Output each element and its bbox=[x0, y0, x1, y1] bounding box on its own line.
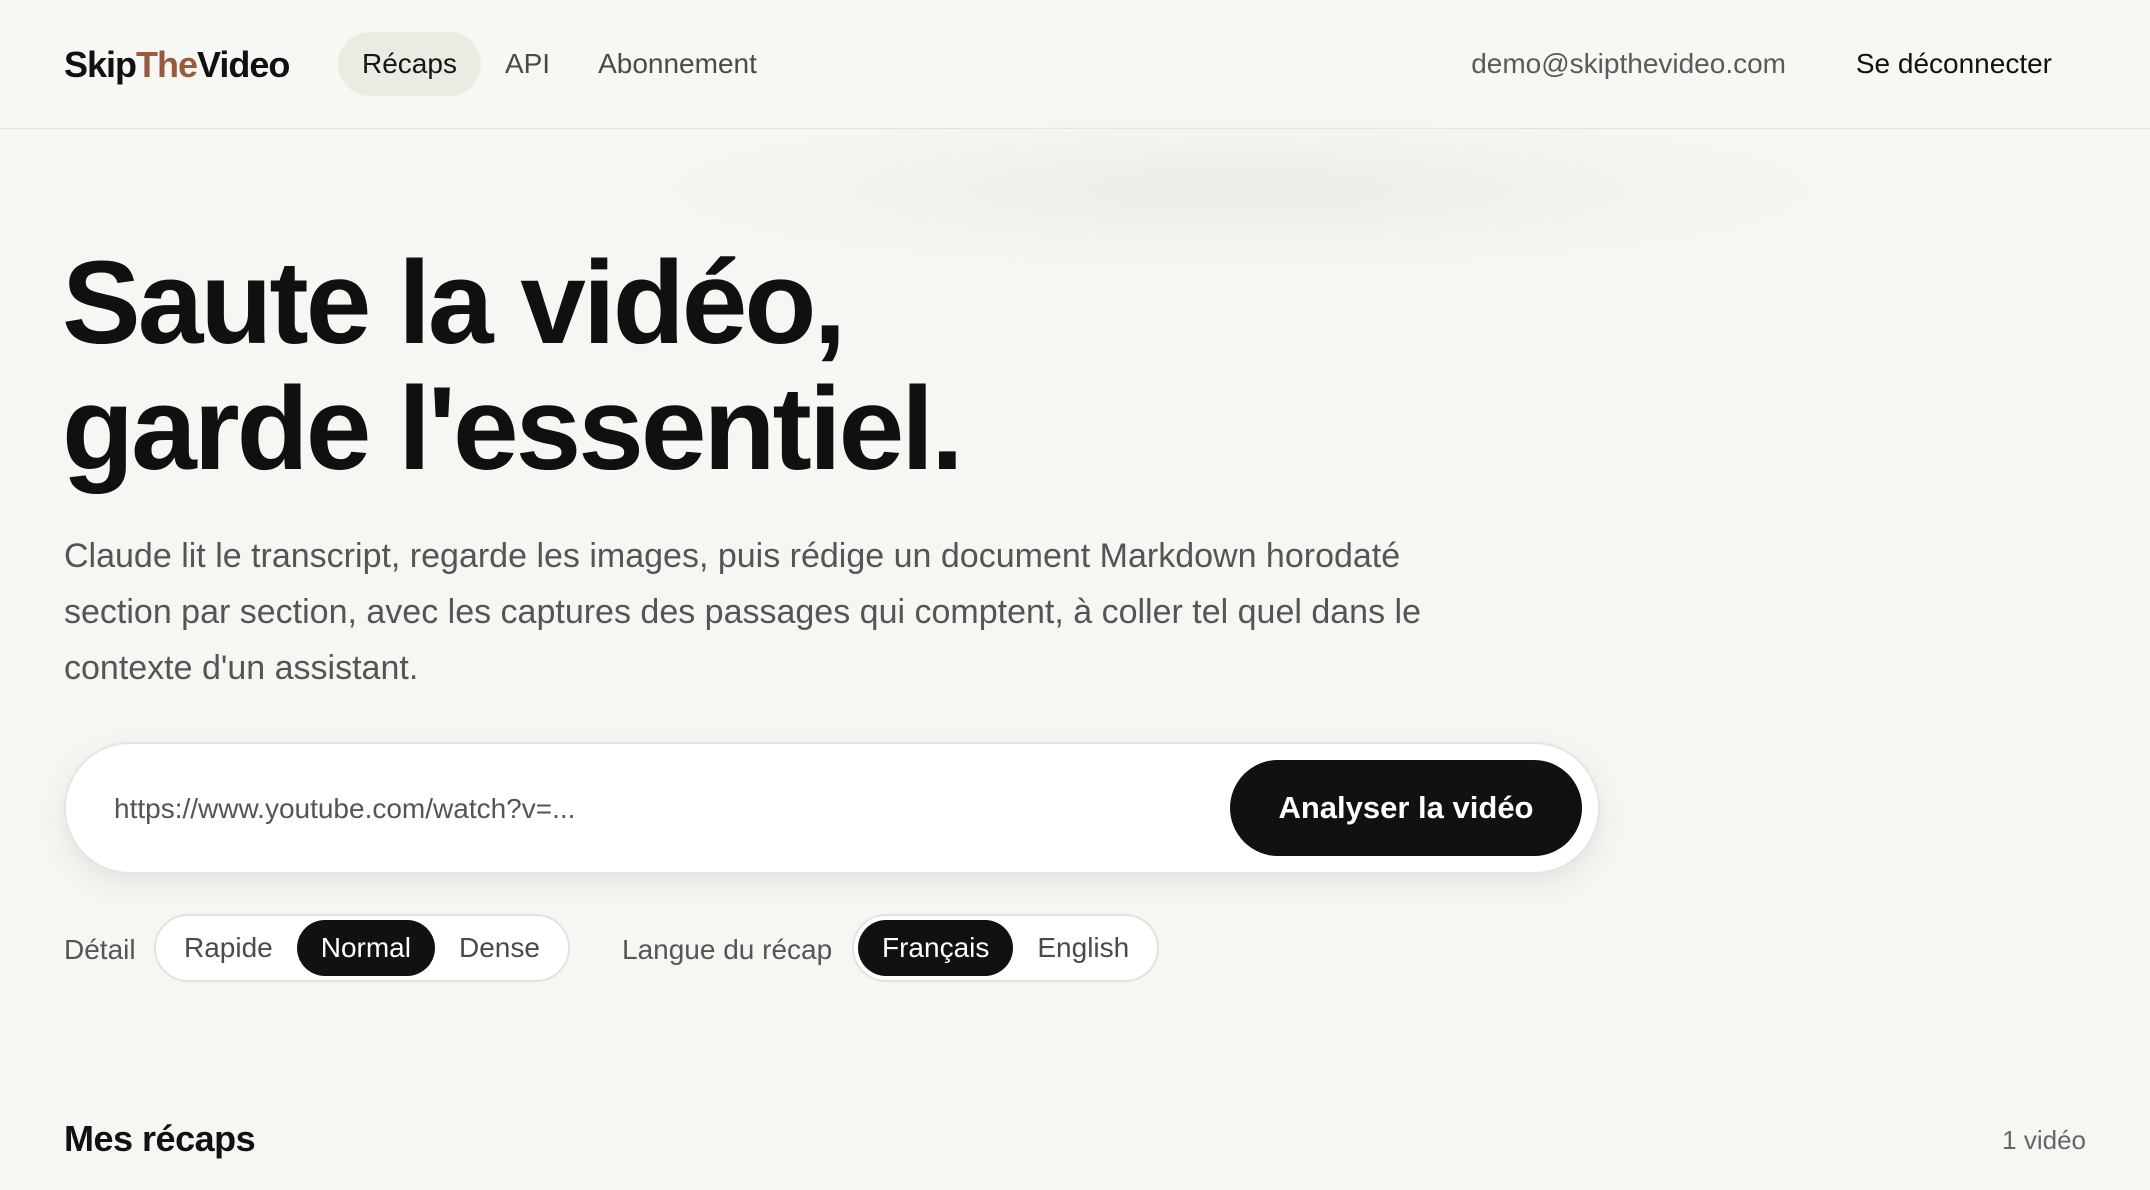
hero-title: Saute la vidéo, garde l'essentiel. bbox=[62, 237, 964, 495]
brand-logo-skip: Skip bbox=[64, 44, 137, 85]
recap-language-segmented-control: Français English bbox=[852, 914, 1160, 982]
recaps-count: 1 vidéo bbox=[2002, 1125, 2086, 1155]
video-url-input[interactable] bbox=[114, 780, 1164, 838]
brand-logo-video: Video bbox=[197, 44, 290, 85]
hero-title-line-2: garde l'essentiel. bbox=[62, 363, 964, 495]
recap-language-label: Langue du récap bbox=[622, 934, 833, 965]
detail-label: Détail bbox=[64, 934, 136, 965]
hero-description: Claude lit le transcript, regarde les im… bbox=[64, 537, 1421, 687]
detail-option-normal[interactable]: Normal bbox=[296, 920, 435, 976]
video-url-form: Analyser la vidéo bbox=[64, 742, 1600, 874]
top-navigation-bar: SkipTheVideo Récaps API Abonnement demo@… bbox=[0, 0, 2150, 129]
brand-logo-the: The bbox=[136, 44, 198, 85]
main-nav: Récaps API Abonnement bbox=[338, 32, 781, 96]
nav-item-api[interactable]: API bbox=[481, 32, 574, 96]
language-option-francais[interactable]: Français bbox=[858, 920, 1014, 976]
brand-logo[interactable]: SkipTheVideo bbox=[64, 40, 290, 90]
detail-segmented-control: Rapide Normal Dense bbox=[154, 914, 570, 982]
hero-title-line-1: Saute la vidéo, bbox=[62, 237, 846, 369]
nav-item-abonnement[interactable]: Abonnement bbox=[574, 32, 781, 96]
my-recaps-heading: Mes récaps bbox=[64, 1118, 256, 1159]
logout-button[interactable]: Se déconnecter bbox=[1856, 44, 2052, 84]
page: SkipTheVideo Récaps API Abonnement demo@… bbox=[0, 0, 2150, 1190]
analyze-video-button[interactable]: Analyser la vidéo bbox=[1230, 760, 1582, 856]
language-option-english[interactable]: English bbox=[1013, 920, 1153, 976]
detail-option-rapide[interactable]: Rapide bbox=[160, 920, 297, 976]
detail-option-dense[interactable]: Dense bbox=[435, 920, 564, 976]
user-email: demo@skipthevideo.com bbox=[1471, 48, 1786, 79]
nav-item-recaps[interactable]: Récaps bbox=[338, 32, 481, 96]
